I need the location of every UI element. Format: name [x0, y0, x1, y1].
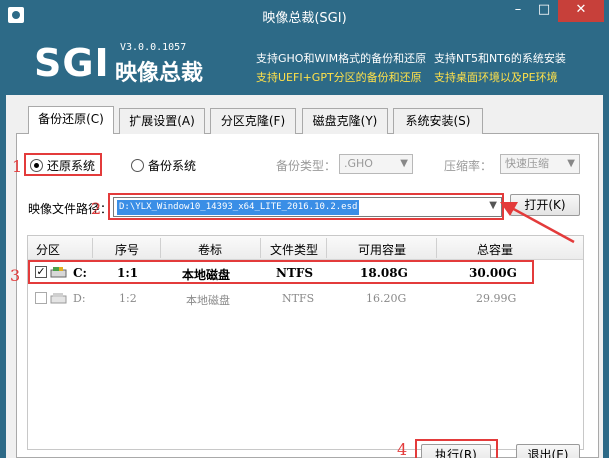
annotation-number: 1: [12, 157, 23, 176]
column-header: 文件类型: [270, 243, 319, 257]
close-button[interactable]: ✕: [558, 0, 604, 22]
tab-partition-clone[interactable]: 分区克隆(F): [210, 108, 296, 134]
annotation-number: 4: [397, 440, 408, 458]
fs-cell: NTFS: [282, 292, 315, 305]
backup-type-select[interactable]: .GHO ▼: [339, 154, 413, 174]
column-header: 卷标: [198, 243, 223, 257]
tab-backup-restore[interactable]: 备份还原(C): [28, 106, 114, 134]
compression-value: 快速压缩: [505, 157, 549, 170]
column-divider: [92, 238, 93, 258]
chevron-down-icon: ▼: [400, 158, 408, 169]
column-divider: [160, 238, 161, 258]
feature-text: 支持桌面环境以及PE环境: [434, 71, 558, 84]
annotation-box: [28, 260, 534, 284]
index-cell: 1:2: [119, 292, 137, 305]
column-header: 可用容量: [358, 243, 407, 257]
tab-disk-clone[interactable]: 磁盘克隆(Y): [302, 108, 388, 134]
sgi-logo: SGI: [34, 41, 110, 85]
feature-text: 支持UEFI+GPT分区的备份和还原: [256, 71, 422, 84]
annotation-box: [415, 439, 498, 458]
compression-select[interactable]: 快速压缩 ▼: [500, 154, 580, 174]
app-name: 映像总裁: [115, 61, 204, 86]
annotation-number: 3: [10, 266, 21, 285]
tab-system-install[interactable]: 系统安装(S): [393, 108, 483, 134]
label-cell: 本地磁盘: [186, 294, 230, 307]
backup-type-label: 备份类型：: [276, 159, 337, 173]
version-text: V3.0.0.1057: [120, 42, 187, 53]
backup-type-value: .GHO: [344, 157, 373, 170]
annotation-box: [108, 193, 504, 220]
annotation-arrow-icon: [500, 202, 575, 244]
column-header: 序号: [115, 243, 140, 257]
compression-label: 压缩率：: [444, 159, 493, 173]
column-divider: [436, 238, 437, 258]
minimize-button[interactable]: –: [506, 0, 530, 22]
maximize-button[interactable]: □: [532, 0, 556, 22]
titlebar: 映像总裁(SGI) – □ ✕: [0, 0, 609, 31]
feature-text: 支持GHO和WIM格式的备份和还原: [256, 52, 427, 65]
radio-icon: [131, 159, 144, 172]
column-divider: [260, 238, 261, 258]
total-cell: 29.99G: [476, 292, 517, 305]
feature-text: 支持NT5和NT6的系统安装: [434, 52, 566, 65]
partition-cell: D:: [73, 292, 86, 305]
exit-button[interactable]: 退出(E): [516, 444, 580, 458]
row-checkbox[interactable]: [35, 292, 47, 304]
tab-extended-settings[interactable]: 扩展设置(A): [119, 108, 205, 134]
column-divider: [326, 238, 327, 258]
backup-radio[interactable]: 备份系统: [131, 157, 196, 174]
free-cell: 16.20G: [366, 292, 407, 305]
disk-icon: [50, 293, 67, 304]
chevron-down-icon: ▼: [567, 158, 575, 169]
column-header: 分区: [36, 243, 61, 257]
backup-label: 备份系统: [148, 159, 197, 173]
annotation-number: 2: [91, 199, 102, 218]
annotation-box: [24, 153, 102, 176]
